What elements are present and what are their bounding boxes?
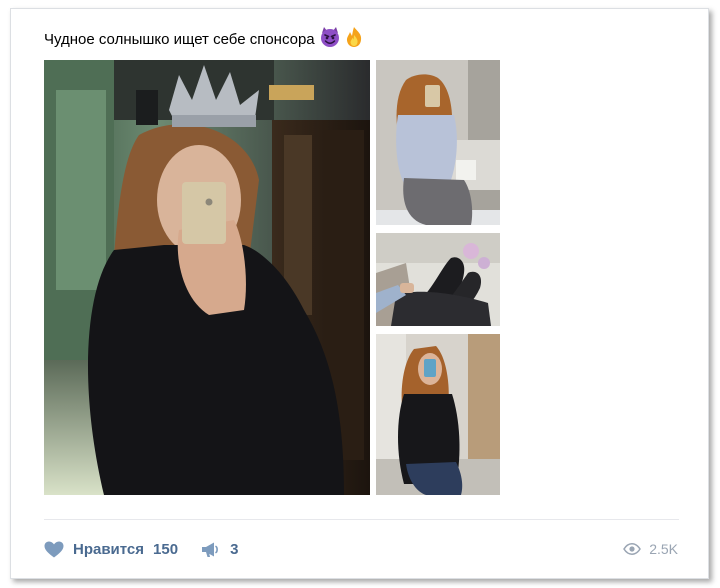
photo-2-image: [376, 60, 500, 225]
fire-emoji-icon: [345, 26, 363, 52]
photo-main[interactable]: [44, 60, 370, 495]
photo-4[interactable]: [376, 334, 500, 495]
photo-3-image: [376, 233, 500, 326]
smiling-devil-emoji-icon: [319, 26, 341, 52]
views-count: 2.5K: [649, 541, 678, 557]
like-label: Нравится: [73, 540, 145, 558]
share-button[interactable]: 3: [201, 541, 238, 558]
footer-divider: [44, 519, 679, 520]
photo-4-image: [376, 334, 500, 495]
views-counter: 2.5K: [623, 537, 678, 561]
share-count: 3: [230, 540, 239, 558]
eye-icon: [623, 543, 642, 555]
photo-main-image: [44, 60, 370, 495]
heart-icon: [44, 541, 64, 557]
photo-2[interactable]: [376, 60, 500, 225]
like-count: 150: [153, 540, 179, 558]
like-button[interactable]: Нравится 150: [44, 541, 178, 558]
photo-3[interactable]: [376, 233, 500, 326]
megaphone-icon: [202, 542, 218, 557]
post-card: Чудное солнышко ищет себе спонсора Нрави…: [10, 8, 709, 579]
post-text: Чудное солнышко ищет себе спонсора: [44, 30, 315, 48]
post-text-row: Чудное солнышко ищет себе спонсора: [44, 26, 363, 52]
post-actions: Нравится 150 3: [44, 537, 238, 561]
